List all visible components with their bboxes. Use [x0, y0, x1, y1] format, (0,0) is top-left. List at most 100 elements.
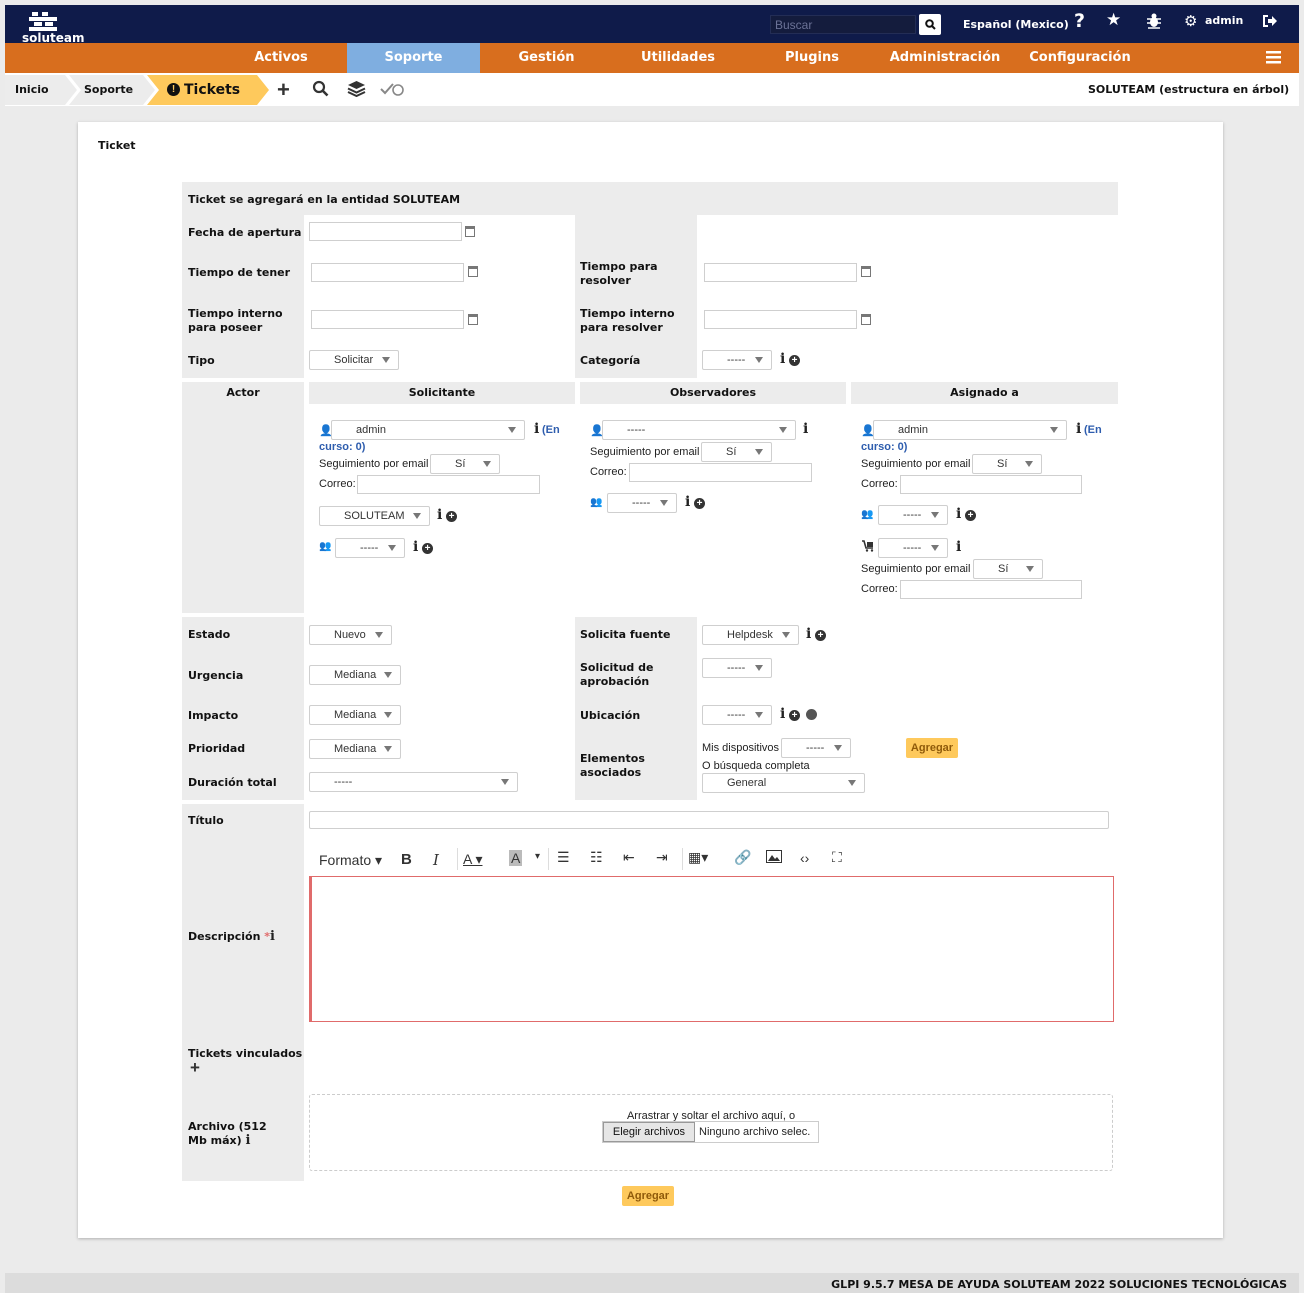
add-link-icon[interactable]: + — [190, 1058, 200, 1078]
correo-input[interactable] — [900, 580, 1082, 599]
add-circle-icon[interactable]: + — [694, 498, 705, 509]
numbered-list-icon[interactable]: ☷ — [590, 849, 603, 866]
ubicacion-select[interactable]: ----- — [702, 705, 772, 725]
grupo-observador-select[interactable]: ----- — [607, 493, 677, 513]
image-icon[interactable] — [766, 850, 782, 866]
menu-configuracion[interactable]: Configuración — [1023, 43, 1137, 73]
menu-administracion[interactable]: Administración — [882, 43, 1008, 73]
calendar-icon[interactable] — [861, 314, 871, 325]
tipo-elemento-select[interactable]: General — [702, 773, 865, 793]
star-icon[interactable]: ★ — [1106, 10, 1121, 30]
seguimiento-select[interactable]: Sí — [973, 559, 1043, 579]
fecha-apertura-input[interactable] — [309, 222, 462, 241]
grupo-solicitante-select[interactable]: ----- — [335, 538, 405, 558]
dispositivos-select[interactable]: ----- — [781, 738, 851, 758]
aprobacion-select[interactable]: ----- — [702, 658, 772, 678]
fuente-select[interactable]: Helpdesk — [702, 625, 799, 645]
bug-icon[interactable] — [1145, 12, 1163, 32]
gear-icon[interactable]: ⚙ — [1184, 12, 1197, 30]
tiempo-interno-resolver-input[interactable] — [704, 310, 857, 329]
add-circle-icon[interactable]: + — [965, 510, 976, 521]
seguimiento-select[interactable]: Sí — [701, 442, 772, 462]
menu-activos[interactable]: Activos — [229, 43, 333, 73]
entidad-select[interactable]: SOLUTEAM — [319, 506, 430, 526]
duracion-select[interactable]: ----- — [309, 772, 518, 792]
agregar-elemento-button[interactable]: Agregar — [906, 738, 958, 758]
bg-color-icon[interactable]: A — [509, 850, 523, 866]
asignado-select[interactable]: admin — [873, 420, 1067, 440]
correo-input[interactable] — [629, 463, 812, 482]
en-curso-count[interactable]: curso: 0) — [319, 441, 365, 453]
tipo-select[interactable]: Solicitar — [309, 350, 399, 370]
code-icon[interactable]: ‹› — [800, 850, 809, 866]
link-icon[interactable]: 🔗 — [734, 849, 751, 866]
tiempo-interno-poseer-input[interactable] — [311, 310, 464, 329]
language-selector[interactable]: Español (Mexico) — [963, 18, 1069, 31]
estado-select[interactable]: Nuevo — [309, 625, 392, 645]
prioridad-select[interactable]: Mediana — [309, 739, 401, 759]
en-curso-link[interactable]: (En — [542, 424, 560, 436]
info-icon[interactable]: i — [780, 706, 785, 722]
impacto-select[interactable]: Mediana — [309, 705, 401, 725]
titulo-input[interactable] — [309, 811, 1109, 829]
hamburger-icon[interactable] — [1266, 51, 1281, 67]
en-curso-count[interactable]: curso: 0) — [861, 441, 907, 453]
proveedor-select[interactable]: ----- — [878, 538, 948, 558]
text-color-icon[interactable]: A ▾ — [463, 851, 482, 868]
choose-files-button[interactable]: Elegir archivos — [603, 1122, 695, 1142]
urgencia-select[interactable]: Mediana — [309, 665, 401, 685]
info-icon[interactable]: i — [956, 539, 961, 555]
menu-utilidades[interactable]: Utilidades — [628, 43, 728, 73]
entity-selector[interactable]: SOLUTEAM (estructura en árbol) — [1088, 75, 1289, 105]
outdent-icon[interactable]: ⇤ — [623, 849, 635, 866]
info-icon[interactable]: i — [534, 421, 539, 437]
bullet-list-icon[interactable]: ☰ — [557, 849, 570, 866]
info-icon[interactable]: i — [1076, 421, 1081, 437]
add-icon[interactable]: + — [277, 79, 290, 101]
logout-icon[interactable] — [1262, 14, 1278, 31]
globe-icon[interactable] — [806, 709, 817, 720]
en-curso-link[interactable]: (En — [1084, 424, 1102, 436]
breadcrumb-home[interactable]: Inicio — [15, 75, 49, 105]
indent-icon[interactable]: ⇥ — [656, 849, 668, 866]
table-icon[interactable]: ▦▾ — [688, 849, 708, 866]
search-button[interactable] — [919, 14, 941, 35]
info-icon[interactable]: i — [413, 539, 418, 555]
agregar-ticket-button[interactable]: Agregar — [622, 1186, 674, 1206]
info-icon[interactable]: i — [803, 421, 808, 437]
search-input[interactable]: Buscar — [770, 15, 916, 34]
help-icon[interactable]: ? — [1074, 10, 1085, 32]
add-circle-icon[interactable]: + — [815, 630, 826, 641]
breadcrumb-soporte[interactable]: Soporte — [84, 75, 133, 105]
correo-input[interactable] — [357, 475, 540, 494]
observador-select[interactable]: ----- — [602, 420, 796, 440]
info-icon[interactable]: i — [806, 626, 811, 642]
grupo-asignado-select[interactable]: ----- — [878, 505, 948, 525]
info-icon[interactable]: i — [956, 506, 961, 522]
breadcrumb-tickets[interactable]: Tickets — [184, 75, 240, 105]
info-icon[interactable]: i — [780, 351, 785, 367]
user-menu[interactable]: admin — [1205, 14, 1243, 27]
tiempo-tener-input[interactable] — [311, 263, 464, 282]
descripcion-editor[interactable] — [309, 876, 1114, 1022]
format-dropdown[interactable]: Formato ▾ — [319, 852, 382, 869]
check-circle-icon[interactable] — [380, 81, 405, 96]
fullscreen-icon[interactable]: ⛶ — [832, 849, 842, 866]
solicitante-select[interactable]: admin — [331, 420, 525, 440]
calendar-icon[interactable] — [468, 314, 478, 325]
add-circle-icon[interactable]: + — [422, 543, 433, 554]
correo-input[interactable] — [900, 475, 1082, 494]
info-icon[interactable]: i — [685, 494, 690, 510]
calendar-icon[interactable] — [465, 226, 475, 237]
add-circle-icon[interactable]: + — [789, 355, 800, 366]
categoria-select[interactable]: ----- — [702, 350, 772, 370]
add-circle-icon[interactable]: + — [446, 511, 457, 522]
italic-icon[interactable]: I — [433, 851, 439, 869]
bg-color-dropdown-icon[interactable]: ▾ — [535, 851, 540, 862]
tiempo-resolver-input[interactable] — [704, 263, 857, 282]
menu-soporte[interactable]: Soporte — [347, 43, 480, 73]
seguimiento-select[interactable]: Sí — [972, 454, 1042, 474]
seguimiento-select[interactable]: Sí — [430, 454, 500, 474]
menu-plugins[interactable]: Plugins — [768, 43, 856, 73]
info-icon[interactable]: i — [437, 507, 442, 523]
